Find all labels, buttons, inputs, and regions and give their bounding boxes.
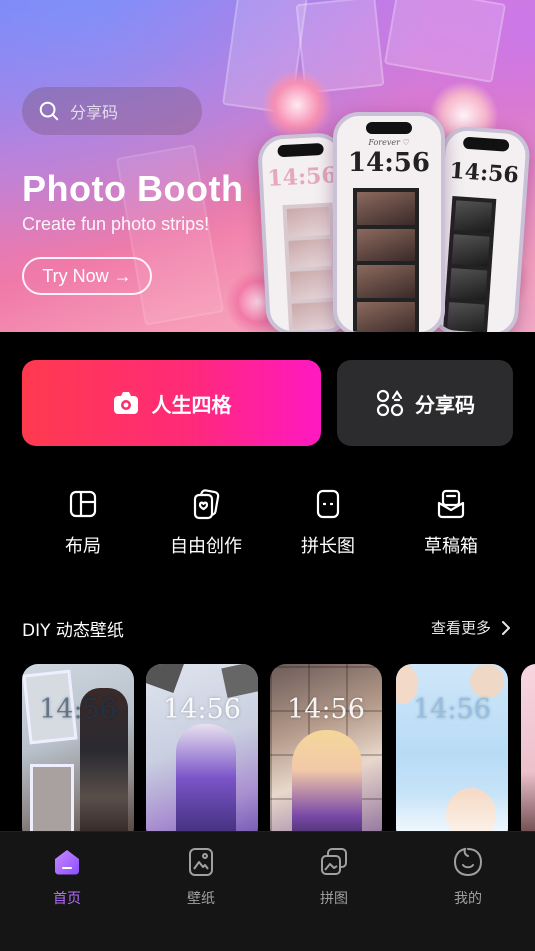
wallpaper-card[interactable]: 14:56	[146, 664, 258, 844]
nav-label: 拼图	[320, 891, 348, 907]
camera-icon	[113, 392, 138, 414]
share-code-button[interactable]: 分享码	[337, 360, 513, 446]
share-code-label: 分享码	[415, 392, 475, 417]
try-now-button[interactable]: Try Now →	[22, 257, 152, 295]
photo-strip	[282, 202, 340, 332]
share-code-icon	[376, 389, 404, 417]
share-code-search[interactable]: 分享码	[22, 87, 202, 135]
home-icon	[55, 850, 79, 875]
bottom-navigation: 首页 壁纸 拼图 我的	[0, 831, 535, 951]
see-more-label: 查看更多	[430, 619, 491, 637]
photo-booth-banner[interactable]: 分享码 Photo Booth Create fun photo strips!…	[0, 0, 535, 332]
life-four-grid-label: 人生四格	[151, 392, 232, 417]
flower-decoration	[262, 70, 332, 140]
nav-label: 我的	[454, 891, 482, 907]
chevron-right-icon	[502, 620, 510, 635]
profile-face-icon	[453, 847, 483, 877]
see-more-link[interactable]: 查看更多	[431, 617, 511, 638]
tool-label: 自由创作	[170, 536, 242, 557]
wallpaper-card[interactable]	[521, 664, 535, 844]
phone-time: 14:56	[266, 162, 338, 192]
tool-long-image[interactable]: 拼长图	[278, 488, 378, 558]
tool-label: 拼长图	[301, 536, 355, 557]
phone-notch	[462, 136, 510, 152]
phone-notch	[366, 122, 412, 134]
life-four-grid-button[interactable]: 人生四格	[22, 360, 321, 446]
collage-icon	[321, 848, 347, 875]
wallpaper-time: 14:56	[413, 694, 491, 725]
wallpaper-card[interactable]: 14:56	[22, 664, 134, 844]
wallpaper-time: 14:56	[163, 694, 241, 725]
nav-home[interactable]: 首页	[27, 846, 107, 908]
phone-time: 14:56	[448, 157, 520, 189]
wallpaper-time: 14:56	[39, 694, 117, 725]
phone-script: Forever ♡	[368, 138, 410, 147]
long-image-icon	[316, 489, 340, 519]
nav-profile[interactable]: 我的	[428, 846, 508, 908]
nav-wallpaper[interactable]: 壁纸	[161, 846, 241, 908]
nav-label: 首页	[53, 891, 81, 907]
phone-notch	[277, 142, 324, 158]
tool-drafts[interactable]: 草稿箱	[401, 488, 501, 558]
drafts-icon	[437, 489, 465, 519]
search-placeholder: 分享码	[70, 103, 119, 122]
tool-label: 草稿箱	[424, 536, 478, 557]
wallpaper-time: 14:56	[287, 694, 365, 725]
phone-time: 14:56	[348, 148, 430, 178]
tool-free-create[interactable]: 自由创作	[156, 488, 256, 558]
photo-strip	[442, 195, 497, 332]
wallpaper-icon	[189, 848, 213, 876]
photo-strip	[353, 188, 419, 332]
banner-subtitle: Create fun photo strips!	[22, 214, 210, 234]
nav-label: 壁纸	[187, 891, 215, 907]
tool-label: 布局	[65, 536, 101, 557]
wallpaper-card[interactable]: 14:56	[270, 664, 382, 844]
banner-title: Photo Booth	[22, 168, 244, 209]
phone-mockup-center: Forever ♡ 14:56	[333, 112, 445, 332]
cards-icon	[193, 489, 220, 520]
background-strip	[383, 0, 507, 83]
wallpaper-card[interactable]: 14:56	[396, 664, 508, 844]
nav-collage[interactable]: 拼图	[294, 846, 374, 908]
layout-icon	[69, 490, 97, 518]
tool-layout[interactable]: 布局	[33, 488, 133, 558]
diy-wallpaper-title: DIY 动态壁纸	[22, 621, 124, 641]
search-icon	[39, 101, 59, 121]
